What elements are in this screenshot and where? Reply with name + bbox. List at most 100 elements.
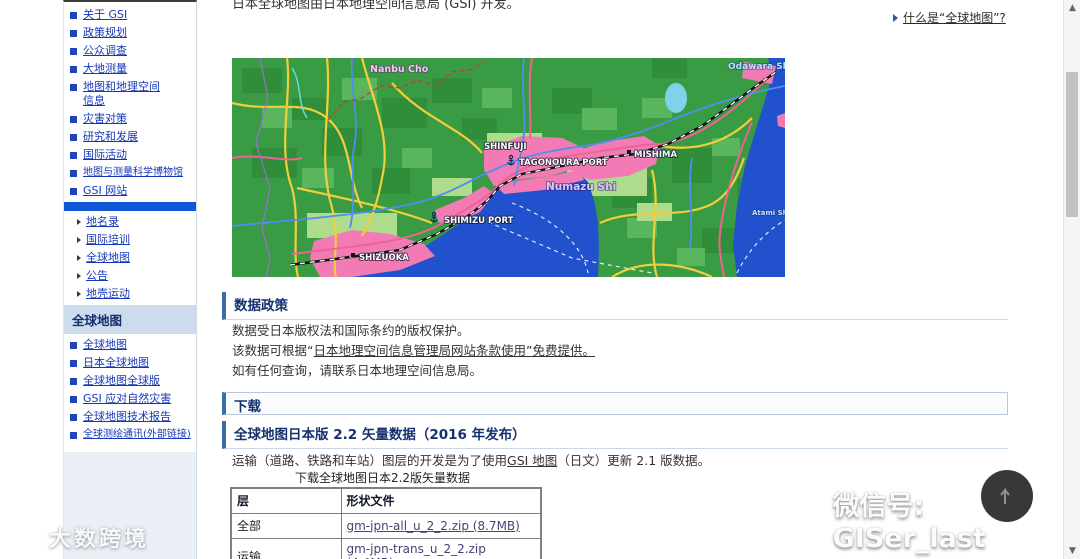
sidebar-item-global-map-japan[interactable]: 日本全球地图 [64, 354, 196, 372]
square-bullet-icon [70, 30, 77, 37]
intro-text: 日本全球地图由日本地理空间信息局 (GSI) 开发。 [232, 0, 520, 12]
data-policy-line2: 该数据可根据“日本地理空间信息管理局网站条款使用”免费提供。 [232, 341, 595, 361]
sidebar-item-tech-report[interactable]: 全球地图技术报告 [64, 408, 196, 426]
table-cell-file: gm-jpn-trans_u_2_2.zip (4.4MB) [340, 538, 542, 559]
sidebar-link[interactable]: 公告 [86, 269, 108, 283]
city-marker-shizuoka [351, 253, 355, 257]
sidebar-link[interactable]: 地壳运动 [86, 287, 130, 301]
square-bullet-icon [70, 342, 77, 349]
sidebar-item-research[interactable]: 研究和发展 [64, 128, 196, 146]
sidebar-link[interactable]: 国际培训 [86, 233, 130, 247]
sidebar-link[interactable]: 全球地图 [86, 251, 130, 265]
square-bullet-icon [70, 414, 77, 421]
download-table-caption: 下载全球地图日本2.2版矢量数据 [294, 471, 471, 485]
terms-of-use-link[interactable]: 日本地理空间信息管理局网站条款使用”免费提供。 [313, 343, 594, 358]
map-label-atami: Atami Shi [752, 209, 785, 217]
what-is-globalmap-anchor[interactable]: 什么是“全球地图”? [903, 9, 1006, 26]
sidebar-item-disaster[interactable]: 灾害对策 [64, 110, 196, 128]
browser-page: 关于 GSI 政策规划 公众调查 大地测量 地图和地理空间信息 灾害对策 研究和… [0, 0, 1080, 559]
sidebar-link[interactable]: 地图和地理空间信息 [83, 80, 167, 108]
selected-indicator-bar [64, 202, 196, 211]
data-policy-header: 数据政策 [222, 292, 1008, 320]
square-bullet-icon [70, 116, 77, 123]
vertical-scrollbar[interactable]: ▲ ▼ [1063, 0, 1080, 559]
table-row: 全部 gm-jpn-all_u_2_2.zip (8.7MB) [230, 513, 542, 539]
table-cell-layer: 运输 [230, 538, 342, 559]
sidebar-link[interactable]: 研究和发展 [83, 130, 138, 144]
square-bullet-icon [70, 432, 77, 439]
sidebar-link[interactable]: 国际活动 [83, 148, 127, 162]
table-header-row: 层 形状文件 [230, 487, 542, 514]
sidebar-subitem-gazetteer[interactable]: 地名录 [64, 213, 196, 231]
table-header-shapefile: 形状文件 [340, 487, 542, 514]
japan-global-map-image[interactable]: Nanbu Cho Odawara Shi SHINFUJI TAGONOURA… [231, 57, 793, 278]
sidebar-subitem-globalmap[interactable]: 全球地图 [64, 249, 196, 267]
sidebar-item-gsi-disaster-response[interactable]: GSI 应对自然灾害 [64, 390, 196, 408]
sidebar: 关于 GSI 政策规划 公众调查 大地测量 地图和地理空间信息 灾害对策 研究和… [63, 0, 197, 559]
sidebar-link[interactable]: 政策规划 [83, 26, 127, 40]
download-subsection-header: 全球地图日本版 2.2 矢量数据（2016 年发布） [222, 421, 1008, 449]
table-cell-layer: 全部 [230, 513, 342, 539]
data-policy-line2-prefix: 该数据可根据“ [232, 343, 314, 358]
scroll-up-arrow[interactable]: ▲ [1064, 0, 1080, 16]
map-label-nanbu-cho: Nanbu Cho [370, 64, 429, 75]
sidebar-item-global-map[interactable]: 全球地图 [64, 336, 196, 354]
sidebar-item-public-survey[interactable]: 公众调查 [64, 42, 196, 60]
triangle-bullet-icon [77, 273, 81, 279]
map-svg: Nanbu Cho Odawara Shi SHINFUJI TAGONOURA… [231, 57, 793, 278]
sidebar-sub-nav: 地名录 国际培训 全球地图 公告 地壳运动 [64, 213, 196, 303]
sidebar-link[interactable]: 全球测绘通讯(外部链接) [83, 428, 191, 442]
gsi-maps-link[interactable]: GSI 地图 [507, 453, 557, 468]
sidebar-subitem-training[interactable]: 国际培训 [64, 231, 196, 249]
download-desc-prefix: 运输（道路、铁路和车站）图层的开发是为了使用 [232, 453, 508, 468]
table-header-layer: 层 [230, 487, 342, 514]
sidebar-subitem-notice[interactable]: 公告 [64, 267, 196, 285]
sidebar-item-geodesy[interactable]: 大地测量 [64, 60, 196, 78]
main-content: 日本全球地图由日本地理空间信息局 (GSI) 开发。 什么是“全球地图”? Na… [197, 0, 1063, 559]
sidebar-item-international[interactable]: 国际活动 [64, 146, 196, 164]
sidebar-link[interactable]: 全球地图 [83, 338, 127, 352]
sidebar-subitem-crustal[interactable]: 地壳运动 [64, 285, 196, 303]
sidebar-item-about-gsi[interactable]: 关于 GSI [64, 6, 196, 24]
map-lake-ashi [665, 83, 687, 113]
download-table: 层 形状文件 全部 gm-jpn-all_u_2_2.zip (8.7MB) 运… [230, 487, 542, 559]
square-bullet-icon [70, 84, 77, 91]
sidebar-item-global-version[interactable]: 全球地图全球版 [64, 372, 196, 390]
sidebar-link[interactable]: 大地测量 [83, 62, 127, 76]
map-label-shimizu-port: SHIMIZU PORT [444, 216, 514, 226]
download-trans-zip-link[interactable]: gm-jpn-trans_u_2_2.zip (4.4MB) [347, 542, 486, 559]
square-bullet-icon [70, 188, 77, 195]
scrollbar-thumb[interactable] [1066, 72, 1078, 217]
square-bullet-icon [70, 12, 77, 19]
sidebar-link[interactable]: GSI 应对自然灾害 [83, 392, 171, 406]
sidebar-link[interactable]: 灾害对策 [83, 112, 127, 126]
dashukuajing-text: 大数跨境 [49, 527, 150, 552]
sidebar-item-maps-geospatial-info[interactable]: 地图和地理空间信息 [64, 78, 196, 110]
sidebar-item-global-newsletter[interactable]: 全球测绘通讯(外部链接) [64, 426, 196, 444]
sidebar-link[interactable]: 全球地图全球版 [83, 374, 160, 388]
sidebar-link[interactable]: GSI 网站 [83, 184, 127, 198]
triangle-bullet-icon [893, 13, 898, 22]
sidebar-item-museum[interactable]: 地图与测量科学博物馆 [64, 164, 196, 182]
data-policy-line3: 如有任何查询，请联系日本地理空间信息局。 [232, 363, 483, 378]
sidebar-link[interactable]: 全球地图技术报告 [83, 410, 171, 424]
sidebar-item-policy[interactable]: 政策规划 [64, 24, 196, 42]
sidebar-link[interactable]: 公众调查 [83, 44, 127, 58]
wechat-icon [774, 501, 814, 536]
sidebar-item-gsi-website[interactable]: GSI 网站 [64, 182, 196, 200]
sidebar-link[interactable]: 地图与测量科学博物馆 [83, 166, 183, 180]
sidebar-nav-panel: 关于 GSI 政策规划 公众调查 大地测量 地图和地理空间信息 灾害对策 研究和… [64, 2, 196, 452]
wechat-id-text: 微信号: GISer_last [832, 491, 986, 554]
square-bullet-icon [70, 396, 77, 403]
sidebar-link[interactable]: 地名录 [86, 215, 119, 229]
map-label-numazu: Numazu Shi [546, 181, 616, 193]
what-is-globalmap-link[interactable]: 什么是“全球地图”? [893, 9, 1006, 26]
download-all-zip-link[interactable]: gm-jpn-all_u_2_2.zip (8.7MB) [347, 519, 520, 533]
sidebar-link[interactable]: 日本全球地图 [83, 356, 149, 370]
city-marker-mishima [627, 150, 631, 154]
sidebar-link[interactable]: 关于 GSI [83, 8, 127, 22]
triangle-bullet-icon [77, 291, 81, 297]
square-bullet-icon [70, 378, 77, 385]
square-bullet-icon [70, 170, 77, 177]
map-label-shizuoka: SHIZUOKA [359, 253, 409, 263]
